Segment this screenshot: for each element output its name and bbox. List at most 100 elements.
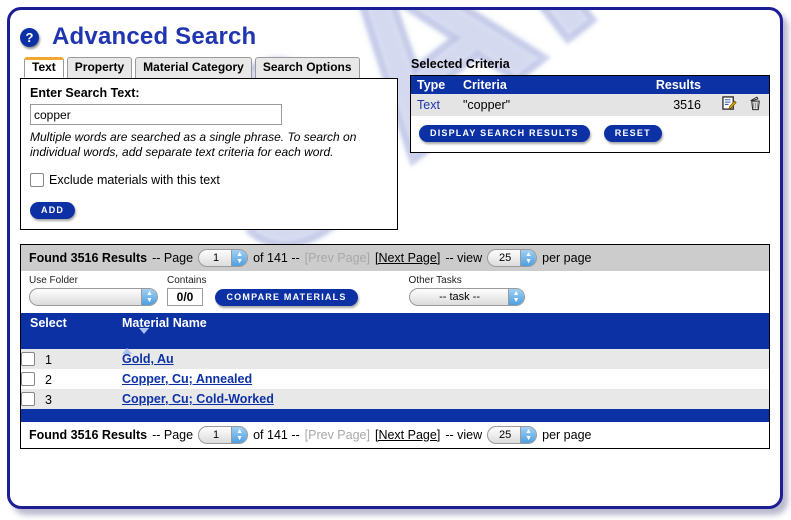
stepper-icon[interactable]: ▲▼ bbox=[231, 427, 247, 443]
row-material-cell: Copper, Cu; Cold-Worked bbox=[122, 389, 769, 409]
page-word-bottom: -- Page bbox=[152, 428, 193, 442]
found-results-count-top: Found 3516 Results bbox=[29, 251, 147, 265]
results-toolbar: Use Folder ▲▼ Contains 0/0 COMPARE MATER… bbox=[21, 271, 769, 313]
next-page-link-bottom[interactable]: [Next Page] bbox=[375, 428, 440, 442]
table-row: 1 Gold, Au bbox=[21, 349, 769, 369]
exclude-materials-checkbox[interactable] bbox=[30, 173, 44, 187]
criteria-row-value: "copper" bbox=[463, 98, 627, 112]
screenshot-root: SAMPLE ? Advanced Search Text Property M… bbox=[0, 0, 791, 520]
compare-field: COMPARE MATERIALS bbox=[215, 289, 357, 306]
search-tabs: Text Property Material Category Search O… bbox=[20, 57, 398, 78]
row-material-cell: Copper, Cu; Annealed bbox=[122, 369, 769, 389]
display-search-results-button[interactable]: DISPLAY SEARCH RESULTS bbox=[419, 125, 590, 142]
contains-value: 0/0 bbox=[167, 288, 203, 306]
results-table-footer-bar bbox=[21, 409, 769, 422]
search-column: Text Property Material Category Search O… bbox=[20, 57, 398, 230]
page-content: ? Advanced Search Text Property Material… bbox=[10, 10, 780, 449]
sort-ascending-icon[interactable] bbox=[122, 334, 132, 348]
per-page-select-top[interactable]: 25 ▲▼ bbox=[487, 249, 537, 267]
help-question-icon[interactable]: ? bbox=[20, 28, 39, 47]
main-columns: Text Property Material Category Search O… bbox=[10, 57, 780, 230]
enter-search-text-label: Enter Search Text: bbox=[30, 86, 388, 100]
other-tasks-select[interactable]: -- task -- ▲▼ bbox=[409, 288, 525, 306]
row-select-cell: 3 bbox=[21, 389, 122, 409]
row-number: 2 bbox=[45, 373, 52, 387]
criteria-row-type[interactable]: Text bbox=[411, 98, 463, 112]
material-name-link[interactable]: Copper, Cu; Cold-Worked bbox=[122, 392, 274, 406]
stepper-icon[interactable]: ▲▼ bbox=[520, 427, 536, 443]
table-row: 3 Copper, Cu; Cold-Worked bbox=[21, 389, 769, 409]
results-table-head: Select Material Name bbox=[21, 313, 769, 349]
use-folder-select[interactable]: ▲▼ bbox=[29, 288, 158, 306]
stepper-icon[interactable]: ▲▼ bbox=[520, 250, 536, 266]
page-header: ? Advanced Search bbox=[10, 10, 780, 57]
selected-criteria-box: Type Criteria Results Text "copper" 3516 bbox=[410, 75, 770, 153]
prev-page-link-bottom: [Prev Page] bbox=[305, 428, 370, 442]
view-word-bottom: -- view bbox=[445, 428, 482, 442]
tab-property[interactable]: Property bbox=[67, 57, 132, 78]
page-number-value-top: 1 bbox=[199, 252, 231, 264]
criteria-table-header: Type Criteria Results bbox=[411, 76, 769, 94]
criteria-row: Text "copper" 3516 bbox=[411, 94, 769, 116]
criteria-column: Selected Criteria Type Criteria Results … bbox=[410, 57, 770, 153]
per-page-suffix-top: per page bbox=[542, 251, 591, 265]
reset-button[interactable]: RESET bbox=[604, 125, 662, 142]
per-page-select-bottom[interactable]: 25 ▲▼ bbox=[487, 426, 537, 444]
page-number-select-bottom[interactable]: 1 ▲▼ bbox=[198, 426, 248, 444]
sort-cell-empty bbox=[21, 331, 122, 349]
tab-search-options[interactable]: Search Options bbox=[255, 57, 360, 78]
exclude-materials-label: Exclude materials with this text bbox=[49, 173, 220, 187]
criteria-actions: DISPLAY SEARCH RESULTS RESET bbox=[411, 116, 769, 152]
row-checkbox[interactable] bbox=[21, 392, 35, 406]
view-word-top: -- view bbox=[445, 251, 482, 265]
application-window: SAMPLE ? Advanced Search Text Property M… bbox=[7, 7, 783, 509]
sort-cell-material bbox=[122, 331, 769, 349]
stepper-icon[interactable]: ▲▼ bbox=[231, 250, 247, 266]
sort-descending-icon[interactable] bbox=[139, 334, 149, 348]
row-select-cell: 1 bbox=[21, 349, 122, 369]
row-material-cell: Gold, Au bbox=[122, 349, 769, 369]
results-sort-row bbox=[21, 331, 769, 349]
selected-criteria-label: Selected Criteria bbox=[410, 57, 770, 71]
criteria-row-actions bbox=[701, 96, 769, 114]
page-title: Advanced Search bbox=[52, 23, 256, 51]
search-text-input[interactable] bbox=[30, 104, 282, 125]
found-results-count-bottom: Found 3516 Results bbox=[29, 428, 147, 442]
per-page-suffix-bottom: per page bbox=[542, 428, 591, 442]
per-page-value-bottom: 25 bbox=[488, 429, 520, 441]
results-table: Select Material Name bbox=[21, 313, 769, 409]
other-tasks-field: Other Tasks -- task -- ▲▼ bbox=[409, 275, 525, 306]
results-table-body: 1 Gold, Au 2 Copper, Cu; Annealed bbox=[21, 349, 769, 409]
next-page-link-top[interactable]: [Next Page] bbox=[375, 251, 440, 265]
contains-label: Contains bbox=[167, 275, 206, 286]
compare-materials-button[interactable]: COMPARE MATERIALS bbox=[215, 289, 357, 306]
criteria-row-results: 3516 bbox=[627, 98, 701, 112]
add-button-wrap: ADD bbox=[30, 202, 388, 219]
row-checkbox[interactable] bbox=[21, 352, 35, 366]
stepper-icon[interactable]: ▲▼ bbox=[508, 289, 524, 305]
prev-page-link-top: [Prev Page] bbox=[305, 251, 370, 265]
use-folder-label: Use Folder bbox=[29, 275, 158, 286]
column-header-select: Select bbox=[21, 313, 122, 331]
row-checkbox[interactable] bbox=[21, 372, 35, 386]
table-row: 2 Copper, Cu; Annealed bbox=[21, 369, 769, 389]
add-button[interactable]: ADD bbox=[30, 202, 75, 219]
material-name-link[interactable]: Gold, Au bbox=[122, 352, 174, 366]
stepper-icon[interactable]: ▲▼ bbox=[141, 289, 157, 305]
per-page-value-top: 25 bbox=[488, 252, 520, 264]
page-of-total-top: of 141 -- bbox=[253, 251, 300, 265]
exclude-materials-row[interactable]: Exclude materials with this text bbox=[30, 173, 388, 187]
trash-can-icon[interactable] bbox=[748, 96, 763, 114]
page-word-top: -- Page bbox=[152, 251, 193, 265]
use-folder-field: Use Folder ▲▼ bbox=[29, 275, 158, 306]
material-name-link[interactable]: Copper, Cu; Annealed bbox=[122, 372, 252, 386]
results-pagebar-top: Found 3516 Results -- Page 1 ▲▼ of 141 -… bbox=[21, 245, 769, 271]
contains-field: Contains 0/0 bbox=[167, 275, 206, 306]
column-header-material-name: Material Name bbox=[122, 313, 769, 331]
results-pagebar-bottom: Found 3516 Results -- Page 1 ▲▼ of 141 -… bbox=[21, 422, 769, 448]
edit-pencil-icon[interactable] bbox=[722, 96, 737, 114]
page-number-select-top[interactable]: 1 ▲▼ bbox=[198, 249, 248, 267]
tab-material-category[interactable]: Material Category bbox=[135, 57, 252, 78]
other-tasks-label: Other Tasks bbox=[409, 275, 525, 286]
tab-text[interactable]: Text bbox=[24, 57, 64, 78]
